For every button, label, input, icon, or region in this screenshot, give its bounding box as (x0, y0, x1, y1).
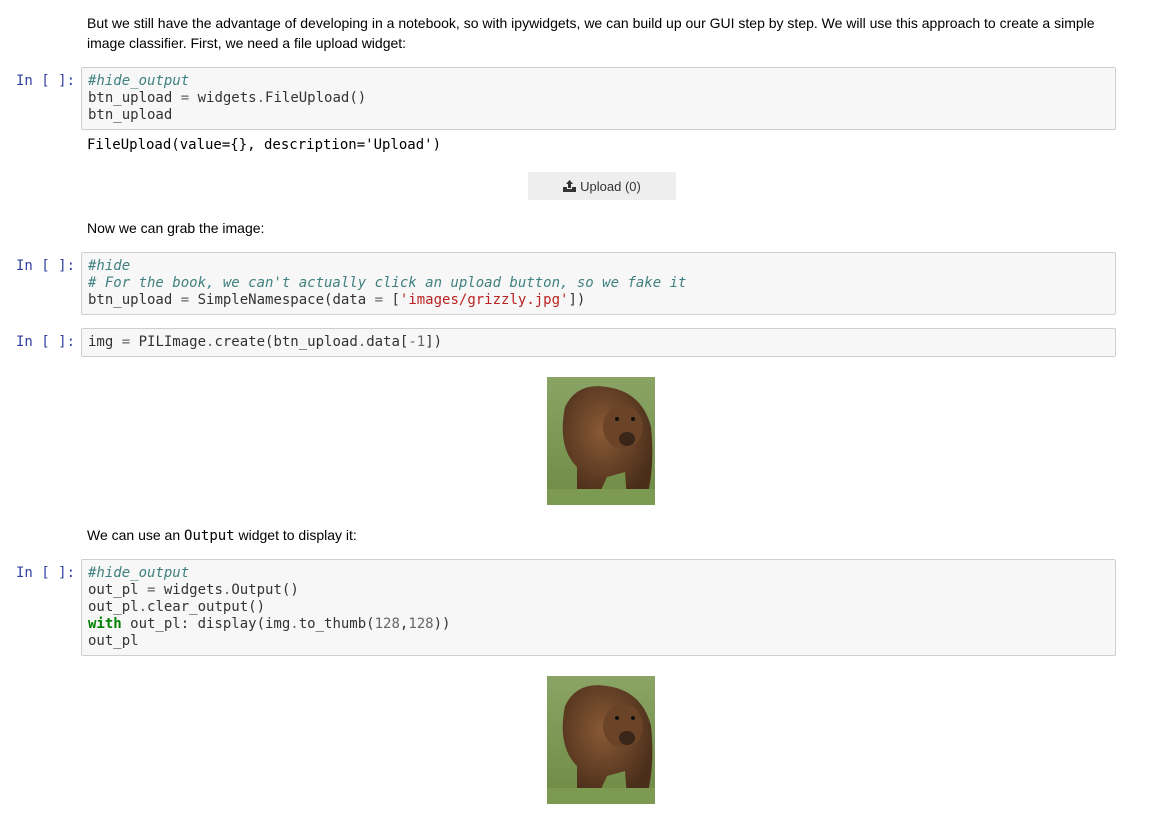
code-line: btn_upload (88, 107, 1109, 124)
code-token: = (180, 292, 190, 308)
code-token: . (256, 90, 266, 106)
code-token: FileUpload() (265, 90, 367, 106)
cell-output-text: FileUpload(value={}, description='Upload… (87, 137, 442, 153)
code-token: out_pl (88, 633, 139, 649)
grizzly-bear-image (547, 377, 655, 505)
upload-button[interactable]: Upload (0) (528, 172, 676, 200)
code-cell-2[interactable]: #hide # For the book, we can't actually c… (81, 252, 1116, 315)
cell-prompt: In [ ]: (16, 258, 76, 274)
code-line: btn_upload = SimpleNamespace(data = ['im… (88, 292, 1109, 309)
code-line: #hide (88, 258, 1109, 275)
code-token: btn_upload (88, 90, 181, 106)
cell-prompt: In [ ]: (16, 565, 76, 581)
code-token: out_pl: display(img (121, 616, 291, 632)
code-token: ]) (425, 334, 443, 350)
code-token: out_pl (88, 599, 139, 615)
code-token: img (88, 334, 122, 350)
code-token: 128 (408, 616, 434, 632)
code-token: ]) (568, 292, 586, 308)
code-token: )) (433, 616, 451, 632)
code-line: #hide_output (88, 73, 1109, 90)
cell-prompt: In [ ]: (16, 334, 76, 350)
code-token: = (121, 334, 131, 350)
code-token: = (180, 90, 190, 106)
text: widget to display it: (234, 527, 357, 543)
code-cell-4[interactable]: #hide_output out_pl = widgets.Output() out… (81, 559, 1116, 656)
cell-prompt: In [ ]: (16, 73, 76, 89)
code-line: # For the book, we can't actually click … (88, 275, 1109, 292)
code-line: btn_upload = widgets.FileUpload() (88, 90, 1109, 107)
code-token: with (88, 616, 122, 632)
markdown-output-widget: We can use an Output widget to display i… (87, 525, 1117, 546)
code-token: widgets (189, 90, 257, 106)
code-token: . (357, 334, 367, 350)
code-token: #hide_output (88, 565, 190, 581)
code-cell-3[interactable]: img = PILImage.create(btn_upload.data[-1… (81, 328, 1116, 357)
code-token: # For the book, we can't actually click … (88, 275, 687, 291)
code-token: . (138, 599, 148, 615)
code-line: #hide_output (88, 565, 1109, 582)
grizzly-bear-thumbnail (547, 676, 655, 804)
code-token: btn_upload (88, 292, 181, 308)
code-token: #hide_output (88, 73, 190, 89)
code-token: . (290, 616, 299, 632)
code-token: SimpleNamespace(data (189, 292, 375, 308)
upload-icon (563, 180, 577, 192)
code-token: PILImage (130, 334, 207, 350)
code-token: to_thumb( (298, 616, 375, 632)
code-token: widgets (155, 582, 223, 598)
code-line: with out_pl: display(img.to_thumb(128,12… (88, 616, 1109, 633)
upload-button-label: Upload (0) (580, 178, 641, 194)
code-token: create(btn_upload (214, 334, 358, 350)
code-token: clear_output() (147, 599, 266, 615)
code-token: [ (383, 292, 400, 308)
code-cell-1[interactable]: #hide_output btn_upload = widgets.FileUpl… (81, 67, 1116, 130)
code-token: btn_upload (88, 107, 173, 123)
markdown-grab-image: Now we can grab the image: (87, 220, 265, 236)
code-token: = (374, 292, 384, 308)
code-token: 'images/grizzly.jpg' (399, 292, 569, 308)
code-line: out_pl = widgets.Output() (88, 582, 1109, 599)
code-line: out_pl (88, 633, 1109, 650)
code-token: Output() (231, 582, 299, 598)
markdown-intro: But we still have the advantage of devel… (87, 15, 1095, 51)
code-line: out_pl.clear_output() (88, 599, 1109, 616)
code-token: -1 (408, 334, 426, 350)
code-token: data[ (366, 334, 409, 350)
code-token: out_pl (88, 582, 148, 598)
code-token: 128 (374, 616, 400, 632)
text: We can use an (87, 527, 185, 543)
code-token: #hide (88, 258, 131, 274)
code-line: img = PILImage.create(btn_upload.data[-1… (88, 334, 1109, 351)
inline-code: Output (184, 528, 235, 544)
